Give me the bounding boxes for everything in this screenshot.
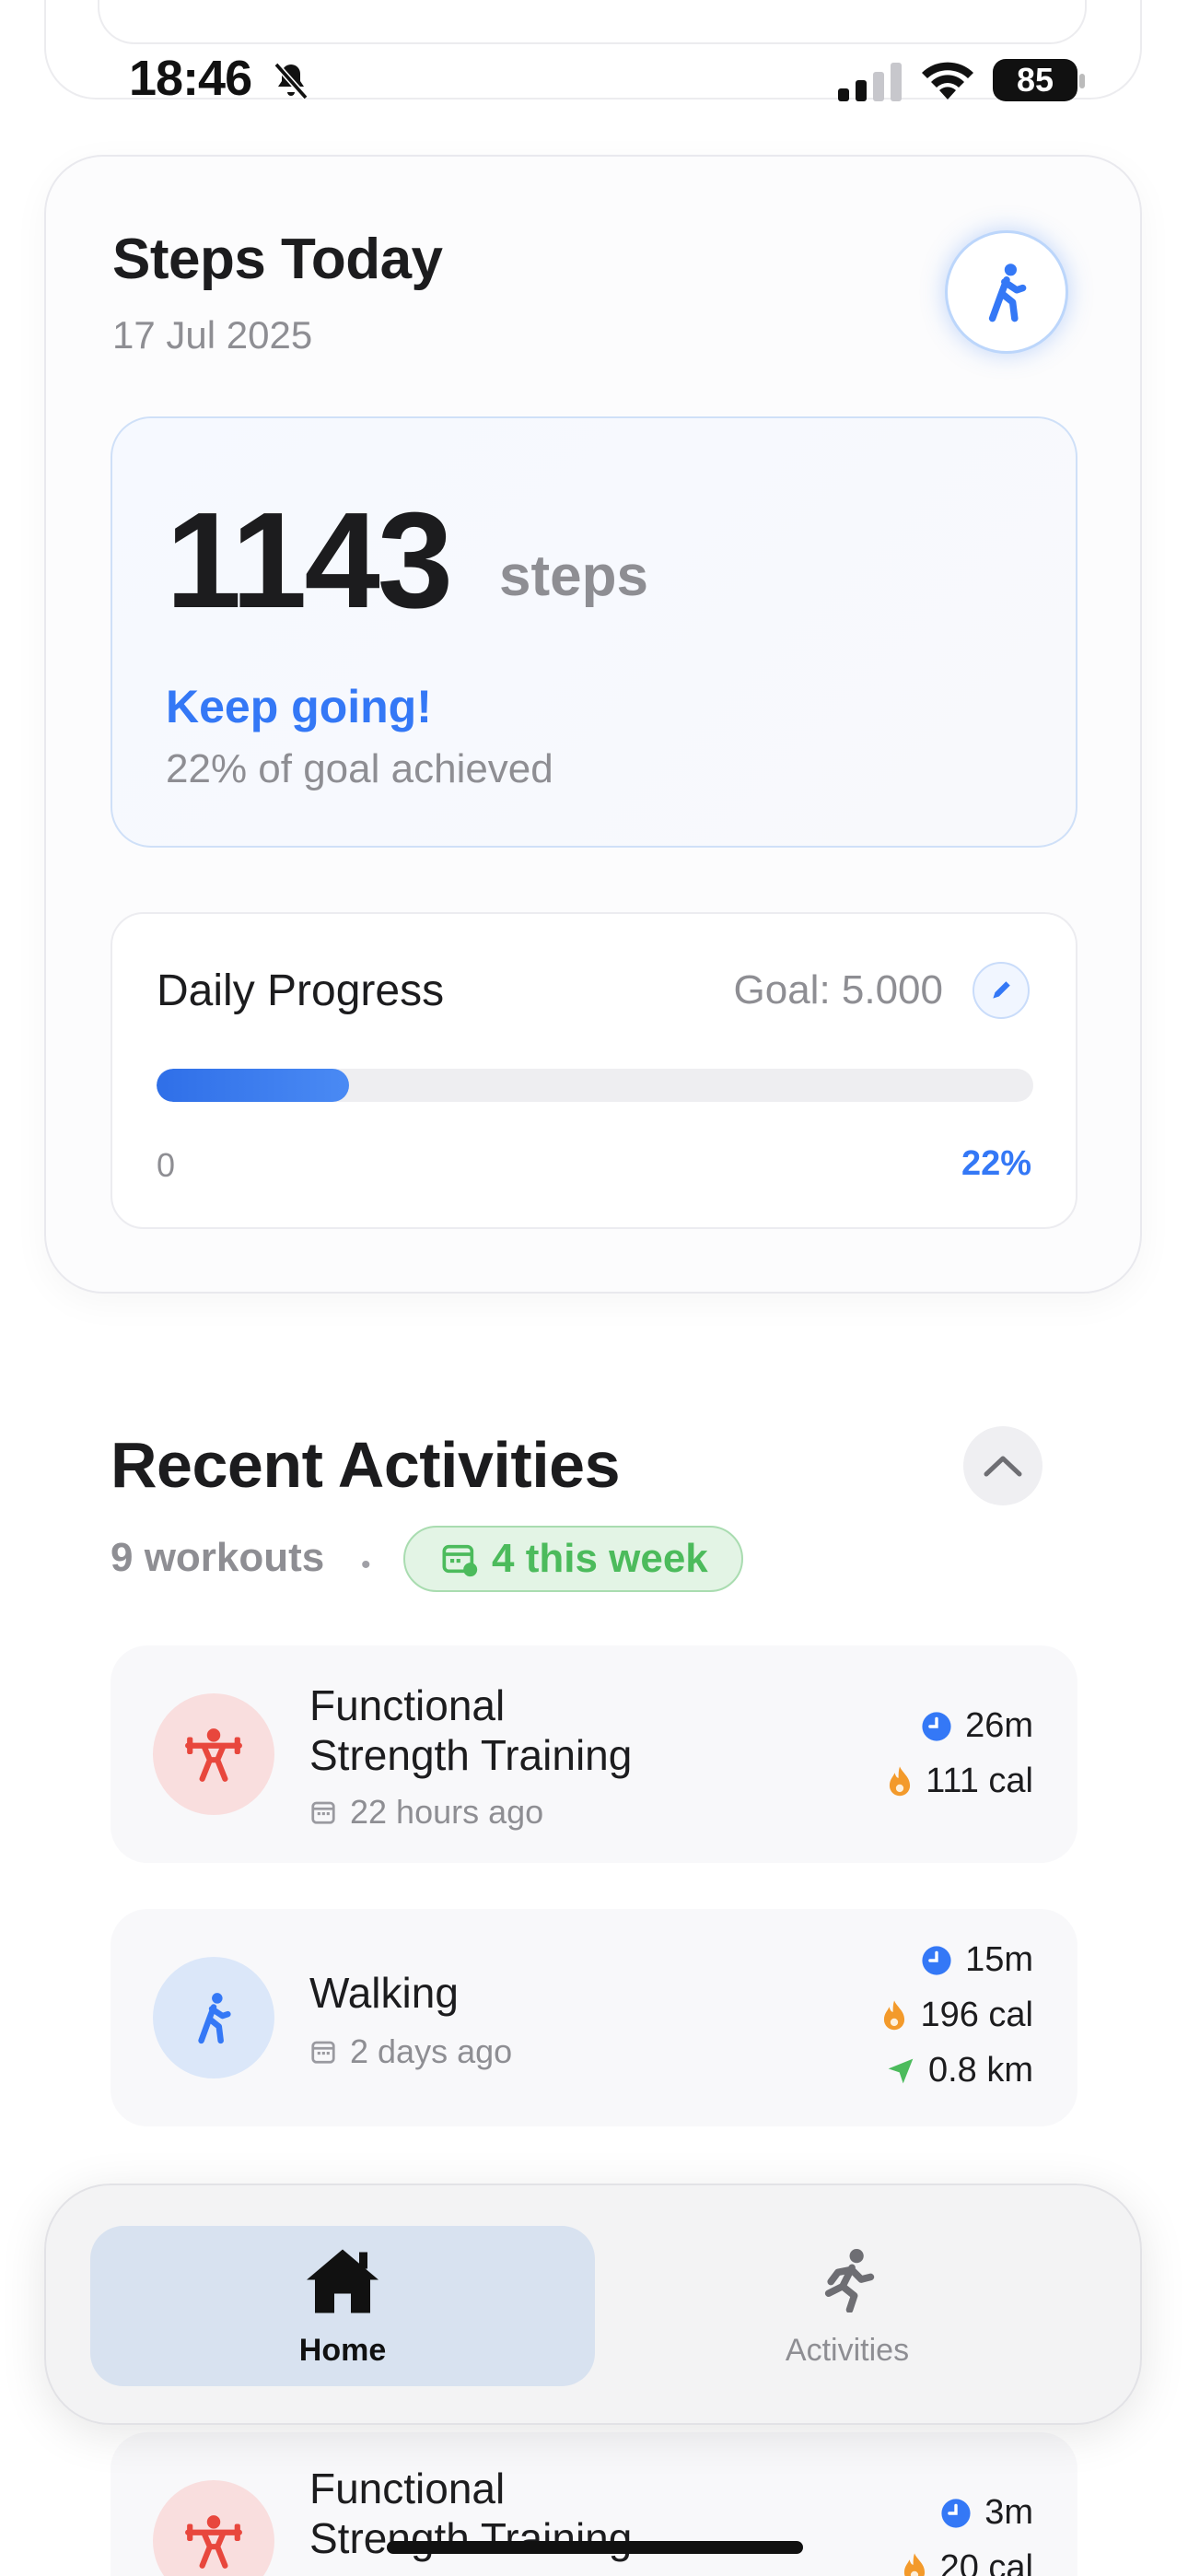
progress-min-label: 0: [157, 1146, 176, 1184]
step-count-panel: 1143 steps Keep going! 22% of goal achie…: [111, 416, 1077, 848]
wifi-icon: [922, 62, 973, 100]
running-icon: [824, 2249, 875, 2313]
separator-dot: •: [361, 1550, 371, 1580]
progress-title: Daily Progress: [157, 966, 445, 1015]
calories-stat: 20 cal: [902, 2548, 1033, 2576]
activity-name: Walking: [309, 1969, 459, 2017]
this-week-text: 4 this week: [492, 1536, 708, 1581]
pencil-icon: [993, 981, 1010, 999]
walking-icon: [988, 263, 1027, 322]
flame-icon: [903, 2552, 925, 2576]
activity-card[interactable]: Functional Strength Training 22 hours ag…: [111, 1645, 1077, 1863]
status-time: 18:46: [129, 51, 252, 106]
progress-bar: [157, 1069, 1033, 1102]
location-arrow-icon: [888, 2058, 914, 2083]
walking-badge[interactable]: [945, 230, 1068, 354]
duration-stat: 26m: [921, 1706, 1033, 1746]
calendar-check-icon: [442, 1544, 478, 1577]
steps-today-card: Steps Today 17 Jul 2025 1143 steps Keep …: [44, 155, 1142, 1294]
progress-percent-label: 22%: [961, 1144, 1031, 1183]
activity-when-text: 22 hours ago: [350, 1793, 544, 1831]
steps-date: 17 Jul 2025: [112, 313, 313, 357]
cellular-signal-icon: [838, 63, 902, 101]
daily-progress-panel: Daily Progress Goal: 5.000 0 22%: [111, 912, 1077, 1229]
battery-cap: [1079, 74, 1085, 88]
recent-activities-title: Recent Activities: [111, 1429, 621, 1501]
previous-card-inner-bottom: [98, 0, 1087, 44]
chevron-up-icon: [984, 1456, 1022, 1477]
tab-bar: Home Activities: [44, 2184, 1142, 2425]
clock-icon: [941, 2498, 971, 2528]
motivation-text: Keep going!: [166, 681, 432, 732]
calories-value: 111 cal: [926, 1762, 1033, 1800]
activity-name-line2: Strength Training: [309, 1731, 633, 1779]
steps-title: Steps Today: [112, 228, 443, 291]
distance-value: 0.8 km: [927, 2051, 1033, 2090]
edit-goal-button[interactable]: [973, 962, 1030, 1019]
tab-home[interactable]: Home: [90, 2226, 595, 2386]
activity-time: 22 hours ago: [309, 1793, 543, 1832]
tab-home-label: Home: [298, 2333, 387, 2368]
weightlifter-icon: [185, 2515, 242, 2569]
step-unit: steps: [499, 544, 648, 608]
flame-icon: [890, 1765, 911, 1796]
goal-label: Goal: 5.000: [733, 967, 944, 1013]
distance-stat: 0.8 km: [886, 2051, 1033, 2090]
workouts-count: 9 workouts: [111, 1535, 325, 1580]
activity-name-line1: Functional: [309, 1681, 506, 1729]
calories-stat: 111 cal: [887, 1762, 1033, 1801]
calories-value: 196 cal: [920, 1996, 1033, 2034]
clock-icon: [922, 1711, 951, 1741]
progress-bar-fill: [157, 1069, 350, 1102]
activity-name: Functional Strength Training: [309, 1680, 632, 1780]
activity-name-line2: Strength Training: [309, 2514, 633, 2562]
activity-name-line1: Functional: [309, 2465, 506, 2512]
duration-value: 26m: [965, 1706, 1033, 1745]
this-week-badge: 4 this week: [403, 1526, 743, 1592]
duration-value: 3m: [984, 2493, 1033, 2532]
tab-activities[interactable]: Activities: [595, 2226, 1100, 2386]
collapse-button[interactable]: [963, 1426, 1042, 1505]
clock-icon: [922, 1945, 951, 1975]
activity-card[interactable]: Walking 2 days ago 15m 196 cal 0.8 km: [111, 1909, 1077, 2126]
battery-indicator: 85: [993, 59, 1077, 101]
goal-achieved-text: 22% of goal achieved: [166, 746, 553, 791]
duration-stat: 15m: [921, 1940, 1033, 1980]
bell-muted-icon: [274, 62, 309, 100]
activity-card[interactable]: Functional Strength Training 3m 20 cal: [111, 2432, 1077, 2576]
status-bar: 18:46 85: [0, 42, 1188, 116]
activity-icon: [153, 1693, 274, 1815]
calories-stat: 196 cal: [881, 1996, 1033, 2035]
calendar-icon: [311, 2041, 335, 2064]
tab-activities-label: Activities: [785, 2333, 910, 2368]
duration-stat: 3m: [940, 2493, 1033, 2533]
activity-when-text: 2 days ago: [350, 2032, 513, 2070]
activity-icon: [153, 2480, 274, 2576]
activity-icon: [153, 1957, 274, 2078]
calendar-icon: [311, 1801, 335, 1824]
home-indicator: [387, 2541, 803, 2554]
duration-value: 15m: [965, 1940, 1033, 1979]
house-icon: [307, 2249, 379, 2313]
calories-value: 20 cal: [939, 2548, 1033, 2576]
weightlifter-icon: [185, 1728, 242, 1782]
flame-icon: [884, 1999, 905, 2030]
walking-icon: [198, 1993, 231, 2044]
step-count: 1143: [166, 485, 453, 637]
activity-time: 2 days ago: [309, 2032, 512, 2071]
